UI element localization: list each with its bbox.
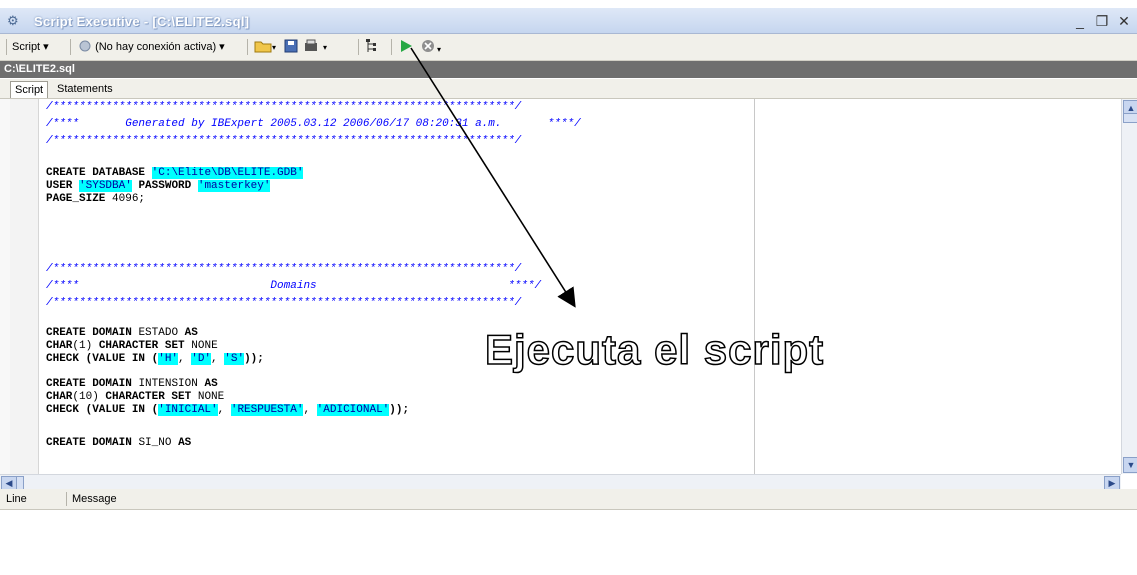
tab-bar: Script Statements bbox=[0, 79, 1137, 99]
code-line: CREATE DOMAIN ESTADO AS bbox=[46, 327, 198, 340]
keyword: AS bbox=[204, 378, 218, 390]
comment-line: /***************************************… bbox=[46, 101, 522, 113]
code-line: CHAR(10) CHARACTER SET NONE bbox=[46, 391, 224, 404]
toolbar-separator bbox=[70, 39, 71, 55]
file-path: C:\ELITE2.sql bbox=[4, 63, 75, 75]
keyword: PASSWORD bbox=[138, 180, 192, 192]
app-icon: ⚙ bbox=[7, 13, 19, 28]
line-gutter bbox=[10, 99, 39, 474]
code-line: USER 'SYSDBA' PASSWORD 'masterkey' bbox=[46, 180, 271, 193]
column-header-message[interactable]: Message bbox=[72, 493, 117, 505]
keyword: AS bbox=[178, 437, 192, 449]
keyword: PAGE_SIZE bbox=[46, 193, 106, 205]
toolbar-separator bbox=[6, 39, 7, 55]
comment-line: /***************************************… bbox=[46, 263, 522, 275]
minimize-button[interactable]: _ bbox=[1072, 13, 1088, 29]
comment-line: /**** Generated by IBExpert 2005.03.12 2… bbox=[46, 118, 581, 130]
string-literal: 'C:\Elite\DB\ELITE.GDB' bbox=[151, 167, 304, 179]
string-literal: 'ADICIONAL' bbox=[316, 404, 390, 416]
keyword: AS bbox=[184, 327, 198, 339]
keyword: CHAR bbox=[46, 391, 73, 403]
message-list[interactable] bbox=[0, 510, 1137, 575]
code-text: (1) bbox=[72, 340, 93, 352]
svg-text:▾: ▾ bbox=[323, 43, 327, 52]
string-literal: 'SYSDBA' bbox=[79, 180, 132, 192]
comment-line: /**** Domains ****/ bbox=[46, 280, 542, 292]
keyword: CREATE DATABASE bbox=[46, 167, 146, 179]
string-literal: 'masterkey' bbox=[197, 180, 271, 192]
toolbar-separator bbox=[247, 39, 248, 55]
code-editor[interactable]: /***************************************… bbox=[0, 99, 1137, 474]
column-header-line[interactable]: Line bbox=[6, 493, 27, 505]
keyword: CHAR bbox=[46, 340, 73, 352]
code-text: INTENSION bbox=[138, 378, 198, 390]
annotation-text: Ejecuta el script bbox=[484, 325, 825, 374]
code-line: PAGE_SIZE 4096; bbox=[46, 193, 145, 206]
horizontal-scrollbar[interactable]: ◀ ▶ bbox=[0, 474, 1121, 490]
keyword: )); bbox=[389, 404, 410, 416]
string-literal: 'H' bbox=[158, 353, 179, 365]
scroll-right-icon[interactable]: ▶ bbox=[1104, 476, 1120, 490]
tree-view-icon[interactable] bbox=[364, 38, 386, 56]
comment-line: /***************************************… bbox=[46, 135, 522, 147]
save-icon[interactable] bbox=[283, 38, 299, 56]
code-text: (10) bbox=[72, 391, 99, 403]
restore-button[interactable]: ❐ bbox=[1094, 13, 1110, 30]
open-folder-icon[interactable]: ▾ bbox=[254, 38, 276, 56]
code-text: NONE bbox=[191, 340, 218, 352]
title-bar: ⚙ Script Executive - [C:\ELITE2.sql] _ ❐… bbox=[0, 8, 1137, 34]
script-menu-button[interactable]: Script ▾ bbox=[12, 38, 49, 56]
keyword: )); bbox=[244, 353, 264, 365]
keyword: CREATE DOMAIN bbox=[46, 437, 132, 449]
keyword: CREATE DOMAIN bbox=[46, 327, 132, 339]
toolbar-separator bbox=[358, 39, 359, 55]
svg-text:▾: ▾ bbox=[272, 43, 276, 52]
keyword: USER bbox=[46, 180, 73, 192]
keyword: CHECK (VALUE IN ( bbox=[46, 404, 159, 416]
string-literal: 'INICIAL' bbox=[158, 404, 218, 416]
code-line: CHECK (VALUE IN ('H', 'D', 'S')); bbox=[46, 353, 264, 365]
toolbar-separator bbox=[391, 39, 392, 55]
scroll-left-icon[interactable]: ◀ bbox=[1, 476, 17, 490]
stop-icon[interactable]: ▾ bbox=[420, 38, 446, 56]
right-margin-line bbox=[754, 99, 755, 474]
code-line: CHAR(1) CHARACTER SET NONE bbox=[46, 340, 218, 353]
code-text: SI_NO bbox=[138, 437, 172, 449]
connection-dropdown[interactable]: (No hay conexión activa) ▾ bbox=[78, 38, 225, 56]
code-line: CHECK (VALUE IN ('INICIAL', 'RESPUESTA',… bbox=[46, 404, 410, 416]
message-panel-header: Line Message bbox=[0, 489, 1137, 510]
keyword: CHARACTER SET bbox=[105, 391, 192, 403]
run-script-icon[interactable] bbox=[399, 38, 413, 56]
code-text: ESTADO bbox=[138, 327, 179, 339]
keyword: CHECK (VALUE IN ( bbox=[46, 353, 159, 365]
code-text: NONE bbox=[197, 391, 225, 403]
tab-script[interactable]: Script bbox=[10, 81, 49, 98]
connection-icon bbox=[79, 40, 91, 52]
column-divider[interactable] bbox=[66, 492, 67, 506]
editor-left-edge bbox=[0, 99, 10, 474]
string-literal: 'RESPUESTA' bbox=[230, 404, 304, 416]
keyword: CHARACTER SET bbox=[98, 340, 185, 352]
code-line: CREATE DATABASE 'C:\Elite\DB\ELITE.GDB' bbox=[46, 167, 304, 180]
print-icon[interactable]: ▾ bbox=[303, 38, 331, 56]
file-path-bar: C:\ELITE2.sql bbox=[0, 61, 1137, 78]
code-line: CREATE DOMAIN SI_NO AS bbox=[46, 437, 191, 450]
string-literal: 'S' bbox=[224, 353, 245, 365]
keyword: CREATE DOMAIN bbox=[46, 378, 132, 390]
vertical-scrollbar[interactable]: ▲ ▼ bbox=[1121, 99, 1137, 474]
string-literal: 'D' bbox=[191, 353, 212, 365]
scroll-thumb[interactable] bbox=[1123, 113, 1137, 123]
tab-statements[interactable]: Statements bbox=[53, 81, 117, 97]
close-button[interactable]: ✕ bbox=[1116, 13, 1132, 30]
code-text: 4096; bbox=[112, 193, 146, 205]
code-line: CREATE DOMAIN INTENSION AS bbox=[46, 378, 218, 391]
connection-label: (No hay conexión activa) ▾ bbox=[95, 41, 225, 53]
window-title: Script Executive - [C:\ELITE2.sql] bbox=[34, 14, 250, 29]
scroll-thumb[interactable] bbox=[16, 476, 24, 490]
svg-text:▾: ▾ bbox=[437, 45, 441, 54]
toolbar: Script ▾ (No hay conexión activa) ▾ ▾ ▾ … bbox=[0, 34, 1137, 61]
comment-line: /***************************************… bbox=[46, 297, 522, 309]
scroll-down-icon[interactable]: ▼ bbox=[1123, 457, 1137, 473]
